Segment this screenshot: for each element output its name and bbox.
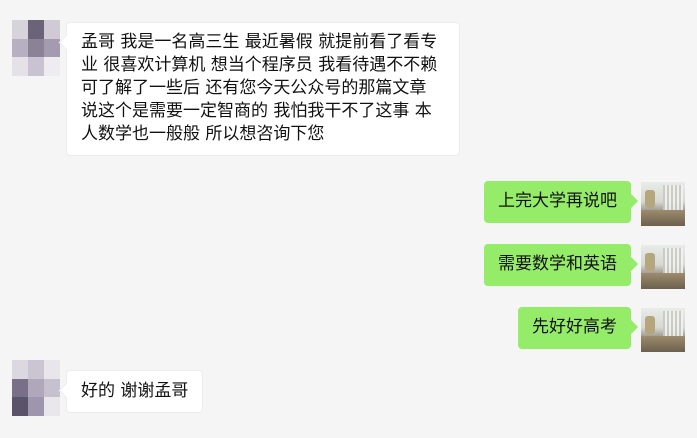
- message-bubble[interactable]: 好的 谢谢孟哥: [66, 370, 204, 413]
- message-text: 孟哥 我是一名高三生 最近暑假 就提前看了看专业 很喜欢计算机 想当个程序员 我…: [81, 32, 438, 144]
- message-text: 好的 谢谢孟哥: [81, 381, 189, 401]
- desk-photo-avatar-icon[interactable]: [641, 308, 685, 352]
- message-text: 上完大学再说吧: [498, 191, 617, 211]
- message-text: 需要数学和英语: [498, 254, 617, 274]
- message-bubble[interactable]: 上完大学再说吧: [484, 181, 631, 223]
- pixelated-avatar-icon[interactable]: [12, 20, 60, 76]
- desk-photo-avatar-icon[interactable]: [641, 182, 685, 226]
- message-bubble[interactable]: 需要数学和英语: [484, 244, 631, 286]
- message-text: 先好好高考: [532, 317, 617, 337]
- desk-photo-avatar-icon[interactable]: [641, 245, 685, 289]
- message-bubble[interactable]: 先好好高考: [518, 307, 631, 349]
- chat-window: 孟哥 我是一名高三生 最近暑假 就提前看了看专业 很喜欢计算机 想当个程序员 我…: [0, 0, 697, 438]
- message-bubble[interactable]: 孟哥 我是一名高三生 最近暑假 就提前看了看专业 很喜欢计算机 想当个程序员 我…: [66, 22, 460, 156]
- pixelated-avatar-icon[interactable]: [12, 360, 60, 416]
